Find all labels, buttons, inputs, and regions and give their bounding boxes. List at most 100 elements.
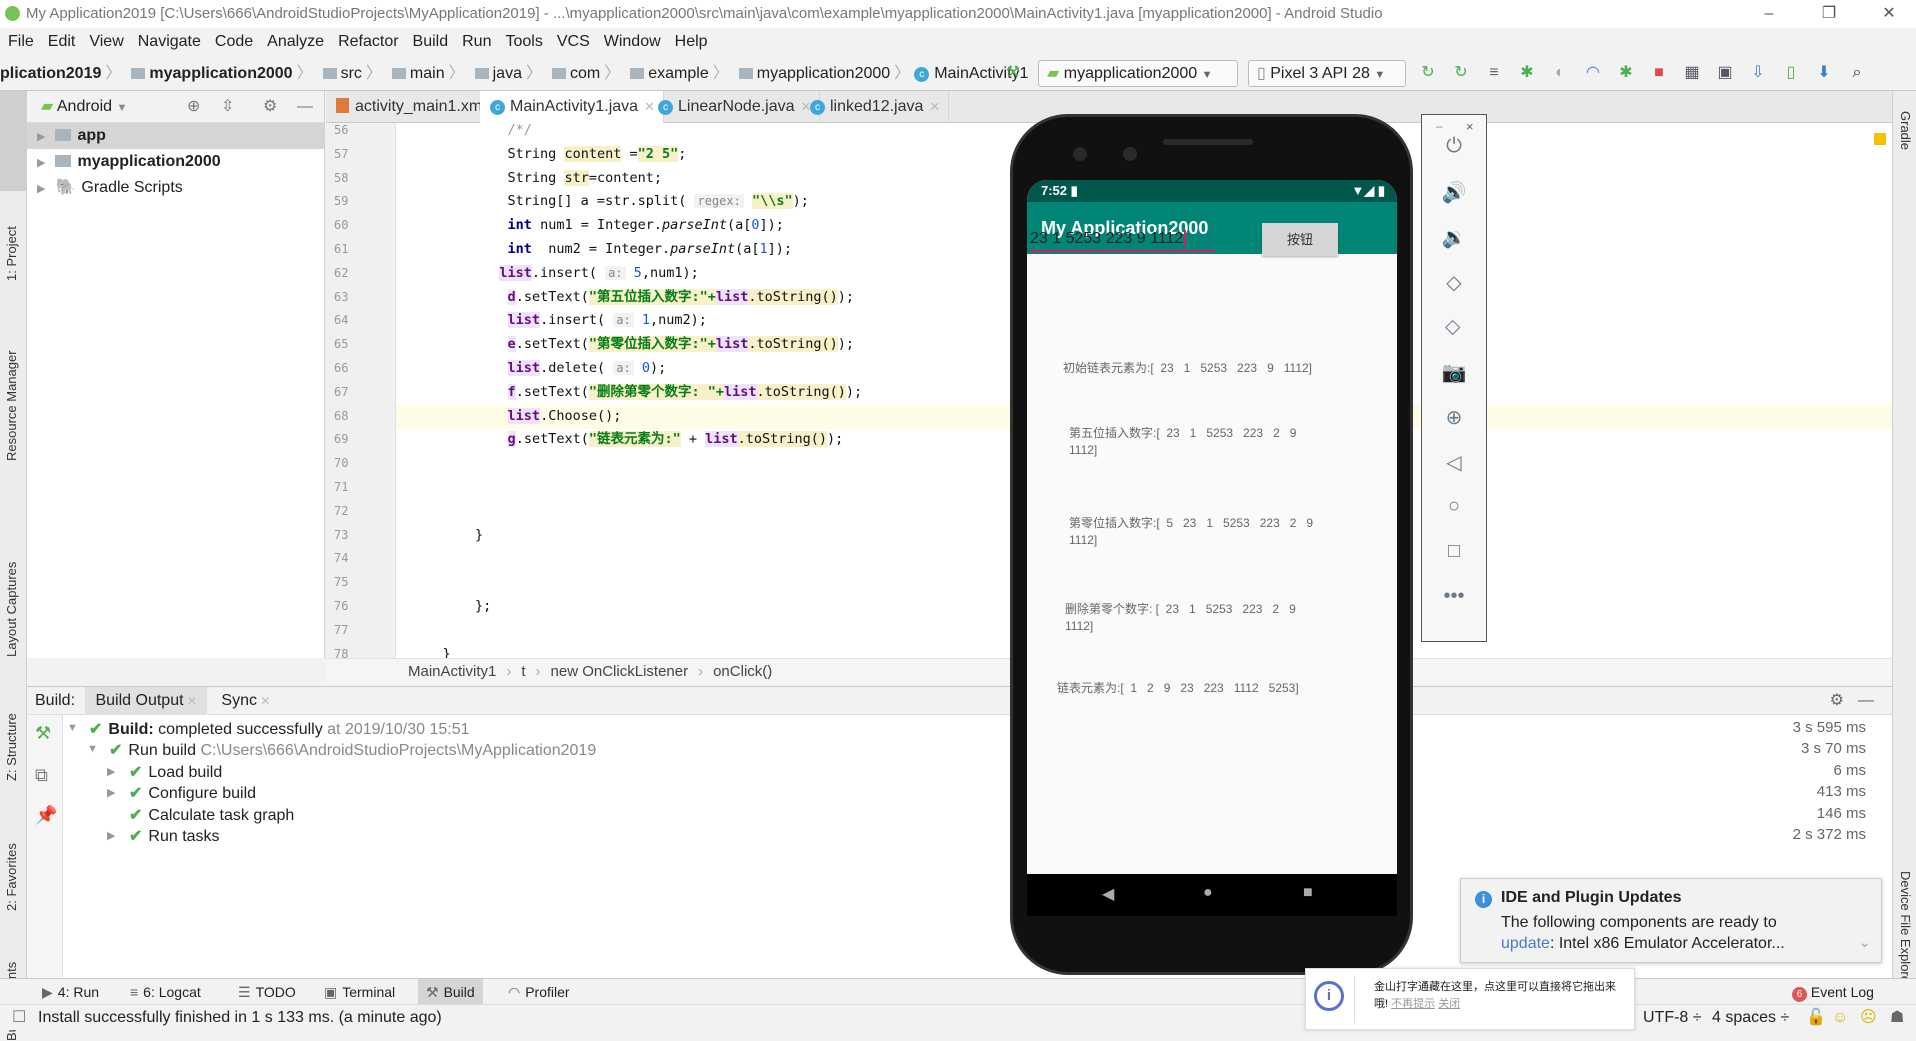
editor-breadcrumb-item[interactable]: MainActivity1: [408, 663, 496, 680]
menu-view[interactable]: View: [89, 33, 123, 50]
code-line[interactable]: list.insert( a: 1,num2);: [410, 309, 707, 331]
breadcrumb-item[interactable]: plication2019 〉: [0, 56, 121, 91]
zoom-icon[interactable]: ⊕: [1422, 405, 1486, 430]
back-icon[interactable]: ◀: [1102, 884, 1114, 904]
emulator-screen[interactable]: 7:52 ▮ ▼◢ ▮ My Application2000 23 1 5253 …: [1027, 180, 1397, 874]
pin-icon[interactable]: 📌: [35, 805, 57, 826]
tool-button-profiler[interactable]: ◠ Profiler: [500, 979, 578, 1005]
rotate-right-icon[interactable]: ◇: [1442, 296, 1467, 360]
tool--favorites[interactable]: 2: Favorites: [4, 843, 19, 911]
toggle-view-icon[interactable]: ⧉: [35, 765, 48, 786]
no-remind-link[interactable]: 不再提示: [1391, 998, 1435, 1010]
breadcrumb-item[interactable]: com 〉: [546, 56, 620, 91]
tool-button--logcat[interactable]: ≡ 6: Logcat: [122, 979, 209, 1005]
breadcrumb-item[interactable]: main 〉: [386, 56, 465, 91]
inspection-status-icon[interactable]: [1874, 133, 1886, 145]
collapse-arrow-icon[interactable]: ▼: [67, 722, 78, 734]
stop-icon[interactable]: ■: [1649, 63, 1669, 83]
menu-run[interactable]: Run: [462, 33, 491, 50]
code-line[interactable]: d.setText("第五位插入数字:"+list.toString());: [410, 286, 854, 308]
menu-refactor[interactable]: Refactor: [338, 33, 398, 50]
update-notification[interactable]: i IDE and Plugin Updates The following c…: [1460, 878, 1882, 963]
code-line[interactable]: list.delete( a: 0);: [410, 357, 666, 379]
menu-analyze[interactable]: Analyze: [267, 33, 324, 50]
power-icon[interactable]: ⏻: [1422, 135, 1486, 158]
tool-button-todo[interactable]: ☰ TODO: [230, 979, 304, 1005]
code-line[interactable]: String content ="2 5";: [410, 143, 686, 165]
breadcrumb-item[interactable]: myapplication2000 〉: [733, 56, 910, 91]
tool--project[interactable]: 1: Project: [4, 226, 19, 281]
editor-breadcrumb-item[interactable]: onClick(): [713, 663, 772, 680]
home-icon[interactable]: ○: [1422, 495, 1486, 518]
code-line[interactable]: }: [410, 524, 483, 546]
editor-breadcrumb-item[interactable]: t: [521, 663, 525, 680]
apply-changes-icon[interactable]: ↻: [1418, 63, 1438, 83]
minimize-button[interactable]: –: [1746, 0, 1792, 28]
build-tree-row[interactable]: ✔ Run build C:\Users\666\AndroidStudioPro…: [109, 740, 596, 761]
expand-arrow-icon[interactable]: ▶: [107, 786, 115, 799]
code-line[interactable]: f.setText("删除第零个数字: "+list.toString());: [410, 381, 862, 403]
status-toggle-icon[interactable]: ☐: [12, 1005, 26, 1031]
code-line[interactable]: /*/: [410, 123, 532, 141]
tool-resource-manager[interactable]: Resource Manager: [4, 350, 19, 461]
action-button[interactable]: 按钮: [1262, 223, 1338, 256]
tool-button--run[interactable]: ▶ 4: Run: [34, 979, 107, 1005]
tab-build-output[interactable]: Build Output ✕: [85, 687, 207, 715]
gear-icon[interactable]: ⚙: [1830, 687, 1844, 715]
menu-code[interactable]: Code: [215, 33, 253, 50]
expand-arrow-icon[interactable]: ▶: [107, 765, 115, 778]
menu-navigate[interactable]: Navigate: [138, 33, 201, 50]
camera-icon[interactable]: 📷: [1422, 360, 1486, 385]
code-line[interactable]: String[] a =str.split( regex: "\\s");: [410, 190, 809, 212]
update-link[interactable]: update: [1501, 935, 1550, 952]
close-button[interactable]: ✕: [1866, 0, 1912, 28]
code-line[interactable]: };: [410, 595, 491, 617]
gear-icon[interactable]: ⚙: [263, 91, 277, 123]
code-line[interactable]: String str=content;: [410, 167, 662, 189]
tab-mainactivity1-java[interactable]: c MainActivity1.java ✕: [480, 91, 664, 124]
menu-file[interactable]: File: [8, 33, 34, 50]
code-line[interactable]: g.setText("链表元素为:" + list.toString());: [410, 428, 843, 450]
profile-icon[interactable]: ◠: [1583, 63, 1603, 83]
tab-linked12-java[interactable]: c linked12.java ✕: [800, 91, 950, 123]
make-project-icon[interactable]: ⚒: [1003, 63, 1023, 83]
tree-item[interactable]: ▶ app: [27, 123, 324, 149]
volume-down-icon[interactable]: 🔉: [1422, 225, 1486, 250]
tool-z-structure[interactable]: Z: Structure: [4, 713, 19, 781]
breadcrumb-item[interactable]: src 〉: [317, 56, 382, 91]
close-link[interactable]: 关闭: [1438, 998, 1460, 1010]
home-icon[interactable]: ●: [1203, 884, 1213, 902]
code-line[interactable]: e.setText("第零位插入数字:"+list.toString());: [410, 333, 854, 355]
encoding-select[interactable]: UTF-8 ÷: [1643, 1005, 1702, 1031]
build-tree-row[interactable]: ✔ Calculate task graph: [129, 805, 294, 826]
debug-icon[interactable]: ✱: [1517, 63, 1537, 83]
project-structure-icon[interactable]: ▦: [1682, 63, 1702, 83]
overview-icon[interactable]: ■: [1303, 884, 1313, 902]
chevron-down-icon[interactable]: ▼: [116, 102, 127, 114]
collapse-all-icon[interactable]: ⇳: [221, 91, 234, 123]
chevron-down-icon[interactable]: ⌄: [1858, 933, 1871, 951]
code-line[interactable]: int num1 = Integer.parseInt(a[0]);: [410, 214, 784, 236]
tool-gradle[interactable]: Gradle: [1898, 111, 1913, 150]
rotate-left-icon[interactable]: ◇: [1422, 270, 1486, 295]
minimize-button[interactable]: –: [1436, 119, 1443, 133]
run-config-select[interactable]: ▰ myapplication2000 ▼: [1038, 60, 1238, 87]
expand-arrow-icon[interactable]: ▶: [37, 131, 45, 143]
expand-arrow-icon[interactable]: ▶: [107, 829, 115, 842]
tool-button-terminal[interactable]: ▣ Terminal: [316, 979, 403, 1005]
tree-item[interactable]: ▶ myapplication2000: [27, 149, 324, 175]
hide-icon[interactable]: —: [297, 91, 313, 123]
locate-icon[interactable]: ⊕: [187, 91, 200, 123]
overview-icon[interactable]: □: [1422, 540, 1486, 563]
menu-build[interactable]: Build: [413, 33, 449, 50]
menu-window[interactable]: Window: [604, 33, 661, 50]
menu-tools[interactable]: Tools: [505, 33, 542, 50]
editor-breadcrumb-item[interactable]: new OnClickListener: [551, 663, 689, 680]
build-tree-row[interactable]: ✔ Run tasks: [129, 826, 220, 847]
hammer-icon[interactable]: ⚒: [35, 723, 51, 744]
code-line[interactable]: int num2 = Integer.parseInt(a[1]);: [410, 238, 793, 260]
sad-feedback-icon[interactable]: ☹: [1860, 1005, 1877, 1031]
breadcrumb-item[interactable]: java 〉: [469, 56, 542, 91]
attach-debugger-icon[interactable]: ✱: [1616, 63, 1636, 83]
ime-popup[interactable]: i 金山打字通藏在这里，点这里可以直接将它拖出来哦! 不再提示 关闭: [1305, 968, 1635, 1030]
